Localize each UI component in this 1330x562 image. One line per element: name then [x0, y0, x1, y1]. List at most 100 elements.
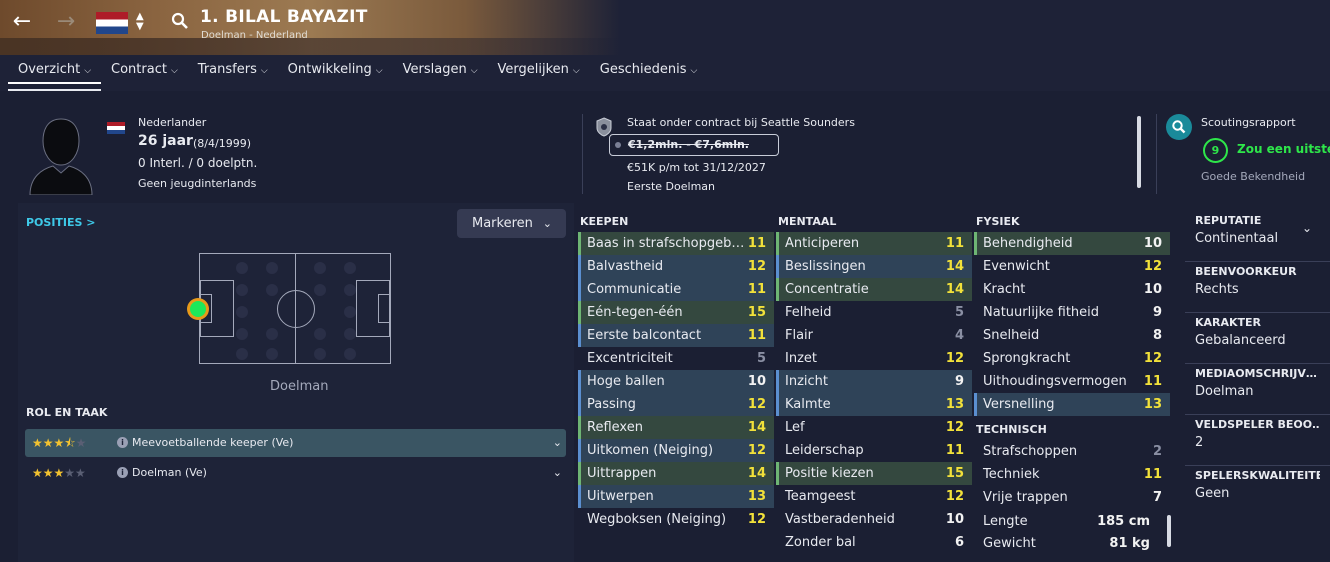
transfer-value[interactable]: €1,2mln. - €7,6mln.: [609, 134, 779, 156]
attribute-row[interactable]: Vastberadenheid 10: [776, 508, 972, 531]
info-icon[interactable]: i: [117, 467, 128, 478]
attribute-value: 11: [747, 282, 766, 297]
attribute-value: 14: [945, 282, 964, 297]
attribute-row[interactable]: Behendigheid 10: [974, 232, 1170, 255]
role-title: ROL EN TAAK: [26, 406, 108, 419]
scrollbar[interactable]: [1167, 515, 1171, 547]
tab-contract[interactable]: Contract ⌵: [101, 56, 188, 84]
attribute-label: Uitwerpen: [587, 489, 654, 504]
attribute-label: Vastberadenheid: [785, 512, 895, 527]
attribute-row[interactable]: Vrije trappen 7: [974, 486, 1170, 509]
attribute-value: 13: [1143, 397, 1162, 412]
attribute-row[interactable]: Excentriciteit 5: [578, 347, 774, 370]
attribute-value: 11: [1143, 374, 1162, 389]
attribute-row[interactable]: Flair 4: [776, 324, 972, 347]
attribute-row[interactable]: Positie kiezen 15: [776, 462, 972, 485]
attribute-value: 5: [756, 351, 766, 366]
attribute-row[interactable]: Kalmte 13: [776, 393, 972, 416]
attribute-label: Baas in strafschopgeb…: [587, 236, 745, 251]
attribute-row[interactable]: Natuurlijke fitheid 9: [974, 301, 1170, 324]
attribute-value: 10: [945, 512, 964, 527]
attribute-label: Kracht: [983, 282, 1026, 297]
positions-link[interactable]: POSITIES >: [26, 216, 96, 229]
attribute-value: 12: [1143, 351, 1162, 366]
attribute-label: Vrije trappen: [983, 490, 1068, 505]
arrow-right-icon[interactable]: →: [54, 10, 78, 34]
info-beenvoorkeur: BEENVOORKEUR Rechts: [1185, 262, 1330, 313]
role-item[interactable]: ★★★⯪★ i Meevoetballende keeper (Ve) ⌄: [25, 429, 566, 457]
attribute-row[interactable]: Inzet 12: [776, 347, 972, 370]
mentaal-column: MENTAAL Anticiperen 11 Beslissingen 14 Conce…: [776, 212, 972, 554]
tab-transfers[interactable]: Transfers ⌵: [188, 56, 278, 84]
tab-verslagen[interactable]: Verslagen ⌵: [393, 56, 488, 84]
info-reputatie[interactable]: REPUTATIE Continentaal ⌄: [1185, 211, 1330, 262]
attribute-row[interactable]: Zonder bal 6: [776, 531, 972, 554]
attribute-label: Inzet: [785, 351, 817, 366]
role-item[interactable]: ★★★★★ i Doelman (Ve) ⌄: [25, 459, 566, 487]
attribute-row[interactable]: Uithoudingsvermogen 11: [974, 370, 1170, 393]
attribute-row[interactable]: Communicatie 11: [578, 278, 774, 301]
tab-vergelijken[interactable]: Vergelijken ⌵: [488, 56, 590, 84]
attribute-row[interactable]: Uitwerpen 13: [578, 485, 774, 508]
chevron-down-icon[interactable]: ⌄: [1302, 221, 1312, 235]
attribute-row[interactable]: Techniek 11: [974, 463, 1170, 486]
attribute-row[interactable]: Lef 12: [776, 416, 972, 439]
arrow-left-icon[interactable]: ←: [10, 10, 34, 34]
chevron-down-icon[interactable]: ⌄: [553, 429, 562, 457]
attribute-row[interactable]: Kracht 10: [974, 278, 1170, 301]
attribute-row[interactable]: Leiderschap 11: [776, 439, 972, 462]
info-veldspeler: VELDSPELER BEOO… 2: [1185, 415, 1330, 466]
attribute-row[interactable]: Eerste balcontact 11: [578, 324, 774, 347]
attribute-row[interactable]: Reflexen 14: [578, 416, 774, 439]
weight-row: Gewicht 81 kg: [983, 536, 1150, 551]
header: ← → ▲ ▼ 1. BILAL BAYAZIT Doelman - Nederl…: [0, 0, 1330, 91]
info-icon[interactable]: i: [117, 437, 128, 448]
attribute-label: Versnelling: [983, 397, 1055, 412]
tab-ontwikkeling[interactable]: Ontwikkeling ⌵: [278, 56, 393, 84]
attribute-row[interactable]: Teamgeest 12: [776, 485, 972, 508]
chevron-updown-icon[interactable]: ▲ ▼: [136, 12, 144, 32]
scout-search-icon[interactable]: [1166, 114, 1192, 140]
chevron-down-icon: ⌄: [542, 217, 552, 230]
attribute-row[interactable]: Eén-tegen-één 15: [578, 301, 774, 324]
attribute-row[interactable]: Concentratie 14: [776, 278, 972, 301]
chevron-down-icon: ⌵: [470, 66, 478, 76]
attribute-row[interactable]: Evenwicht 12: [974, 255, 1170, 278]
tab-overzicht[interactable]: Overzicht ⌵: [8, 56, 102, 91]
attribute-value: 4: [954, 328, 964, 343]
attribute-value: 14: [945, 259, 964, 274]
search-icon[interactable]: [171, 12, 189, 30]
chevron-down-icon[interactable]: ⌄: [553, 459, 562, 487]
wage: €51K p/m tot 31/12/2027: [627, 161, 766, 174]
attribute-row[interactable]: Versnelling 13: [974, 393, 1170, 416]
attribute-value: 11: [945, 443, 964, 458]
attribute-row[interactable]: Balvastheid 12: [578, 255, 774, 278]
attribute-row[interactable]: Uittrappen 14: [578, 462, 774, 485]
attribute-row[interactable]: Inzicht 9: [776, 370, 972, 393]
attribute-row[interactable]: Passing 12: [578, 393, 774, 416]
attribute-row[interactable]: Snelheid 8: [974, 324, 1170, 347]
attribute-row[interactable]: Baas in strafschopgeb… 11: [578, 232, 774, 255]
attribute-row[interactable]: Felheid 5: [776, 301, 972, 324]
player-subtitle: Doelman - Nederland: [201, 30, 308, 41]
attribute-row[interactable]: Anticiperen 11: [776, 232, 972, 255]
section-title: KEEPEN: [580, 215, 629, 228]
attribute-label: Behendigheid: [983, 236, 1073, 251]
attribute-label: Evenwicht: [983, 259, 1050, 274]
attribute-row[interactable]: Uitkomen (Neiging) 12: [578, 439, 774, 462]
keepen-column: KEEPEN Baas in strafschopgeb… 11 Balvasthe…: [578, 212, 774, 531]
attribute-value: 7: [1152, 490, 1162, 505]
attribute-row[interactable]: Beslissingen 14: [776, 255, 972, 278]
attribute-row[interactable]: Sprongkracht 12: [974, 347, 1170, 370]
attribute-label: Communicatie: [587, 282, 682, 297]
fysiek-column: FYSIEK Behendigheid 10 Evenwicht 12 Kracht 10…: [974, 212, 1170, 555]
scrollbar[interactable]: [1137, 116, 1141, 188]
attribute-row[interactable]: Strafschoppen 2: [974, 440, 1170, 463]
attribute-label: Beslissingen: [785, 259, 866, 274]
attribute-row[interactable]: Hoge ballen 10: [578, 370, 774, 393]
attribute-value: 10: [1143, 282, 1162, 297]
tab-geschiedenis[interactable]: Geschiedenis ⌵: [590, 56, 708, 84]
attribute-row[interactable]: Wegboksen (Neiging) 12: [578, 508, 774, 531]
markeren-dropdown[interactable]: Markeren ⌄: [457, 209, 566, 238]
attribute-value: 9: [954, 374, 964, 389]
